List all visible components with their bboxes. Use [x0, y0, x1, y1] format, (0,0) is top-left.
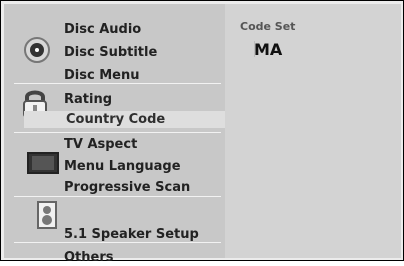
- input-cursor: [254, 41, 255, 57]
- menu-separator: [14, 132, 221, 133]
- menu-item-country-code[interactable]: Country Code: [24, 111, 236, 128]
- menu-item-label: Disc Audio: [64, 22, 142, 37]
- menu-item-rating[interactable]: Rating: [64, 92, 112, 108]
- disc-icon: [22, 35, 52, 65]
- menu-item-disc-subtitle[interactable]: Disc Subtitle: [64, 45, 157, 61]
- menu-item-disc-menu[interactable]: Disc Menu: [64, 68, 139, 84]
- menu-item-disc-audio[interactable]: Disc Audio: [64, 22, 141, 38]
- menu-item-label: Progressive Scan: [64, 180, 191, 195]
- menu-item-menu-language[interactable]: Menu Language: [64, 159, 181, 175]
- setup-menu-window: Disc Audio Disc Subtitle Disc Menu Ratin…: [0, 0, 404, 265]
- menu-item-others[interactable]: Others: [64, 250, 114, 266]
- country-code-panel: Code Set MA: [225, 4, 401, 258]
- menu-item-speaker-setup[interactable]: 5.1 Speaker Setup: [64, 227, 199, 243]
- menu-item-label: Others: [64, 250, 114, 265]
- settings-menu: Disc Audio Disc Subtitle Disc Menu Ratin…: [4, 4, 236, 265]
- menu-separator: [14, 196, 221, 197]
- menu-item-label: 5.1 Speaker Setup: [64, 227, 199, 242]
- country-code-value[interactable]: MA: [254, 40, 282, 59]
- menu-item-label: Menu Language: [64, 159, 181, 174]
- menu-item-label: Disc Subtitle: [64, 45, 158, 60]
- menu-item-label: Disc Menu: [64, 68, 140, 83]
- menu-item-label: Rating: [64, 92, 113, 107]
- menu-item-label: Country Code: [66, 112, 166, 127]
- code-set-label: Code Set: [240, 20, 296, 33]
- speaker-icon: [32, 200, 62, 232]
- menu-item-tv-aspect[interactable]: TV Aspect: [64, 137, 137, 153]
- menu-item-label: TV Aspect: [64, 137, 138, 152]
- menu-item-progressive-scan[interactable]: Progressive Scan: [64, 180, 190, 196]
- tv-icon: [26, 151, 60, 177]
